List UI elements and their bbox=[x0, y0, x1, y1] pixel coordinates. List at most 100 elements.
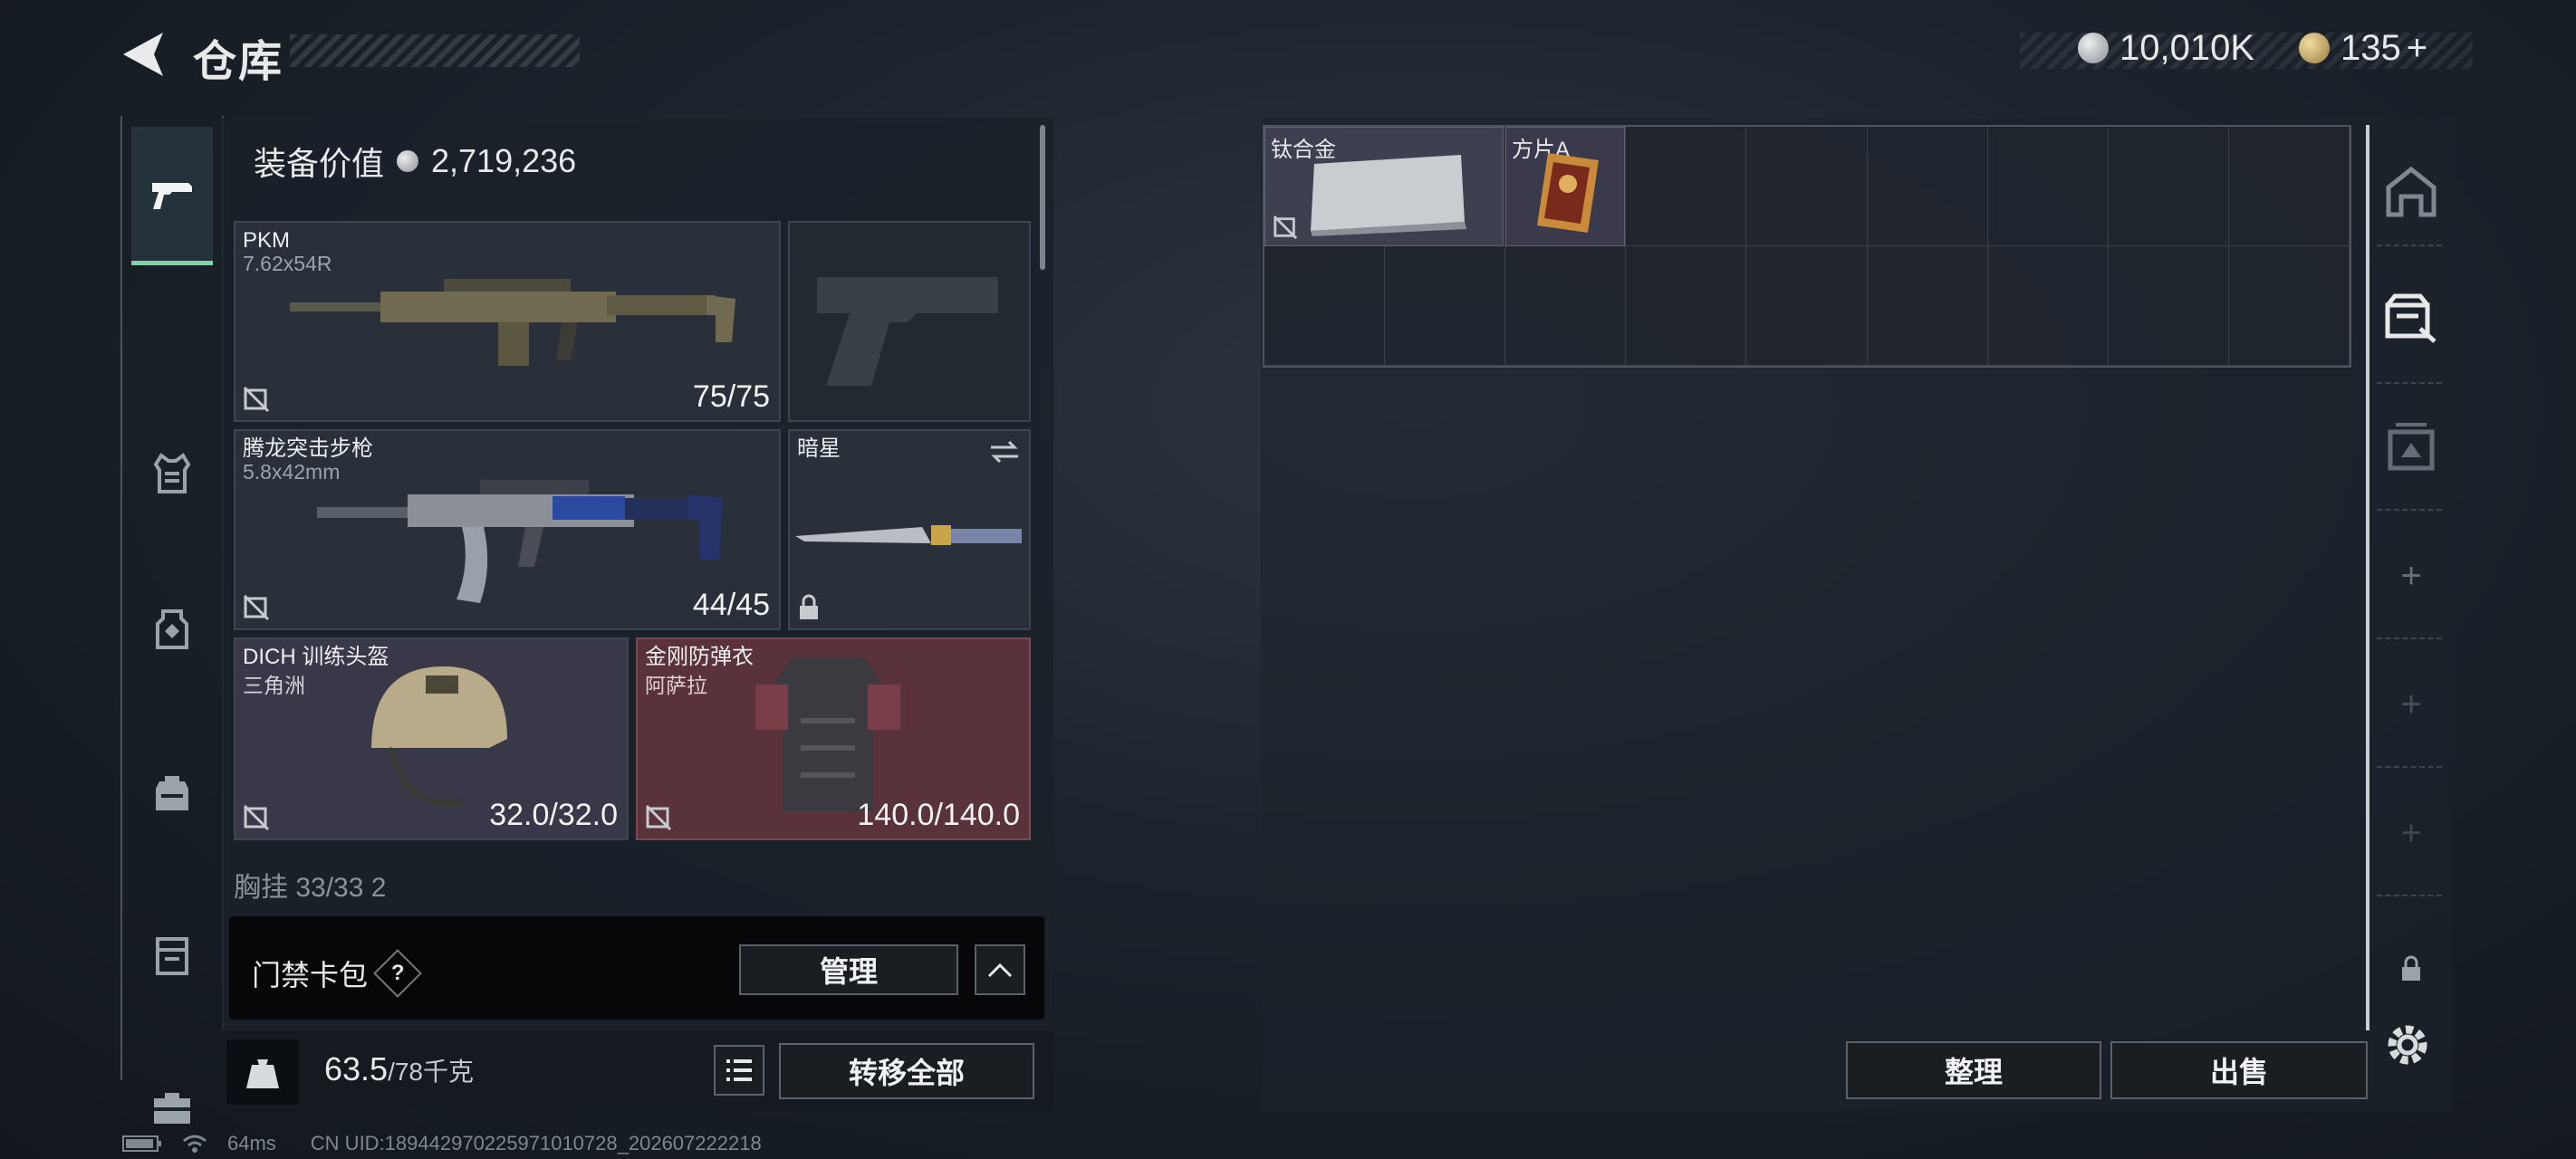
vest-icon bbox=[153, 453, 191, 493]
no-insurance-icon bbox=[243, 594, 270, 621]
primary-weapon-slot-1[interactable]: PKM 7.62x54R 75/75 bbox=[234, 221, 781, 422]
tab-weapons[interactable] bbox=[131, 127, 213, 265]
helmet-icon bbox=[371, 666, 507, 807]
equipment-value-label: 装备价值 bbox=[254, 145, 385, 182]
chest-rig-icon bbox=[156, 609, 188, 649]
status-bar: 64ms CN UID:18944297022597101072​8_20260… bbox=[122, 1132, 762, 1155]
toolbox-icon bbox=[154, 1093, 190, 1124]
back-arrow-icon[interactable] bbox=[118, 27, 172, 81]
battery-icon bbox=[122, 1135, 161, 1152]
storage-tab-column: + + + bbox=[2366, 125, 2449, 1030]
tab-extension[interactable] bbox=[2382, 418, 2440, 476]
storage-cell[interactable] bbox=[2108, 246, 2229, 366]
storage-cell[interactable] bbox=[2108, 127, 2229, 246]
storage-item-diamond-a[interactable]: 方片A bbox=[1505, 127, 1625, 246]
helmet-durability: 32.0/32.0 bbox=[489, 798, 618, 832]
storage-cell[interactable] bbox=[2228, 127, 2350, 246]
help-icon[interactable]: ? bbox=[373, 949, 422, 998]
equipment-value-amount: 2,719,236 bbox=[431, 142, 577, 179]
currency-coins: 10,010K bbox=[2078, 25, 2254, 71]
card-icon bbox=[1537, 153, 1599, 233]
storage-item-titanium[interactable]: 钛合金 bbox=[1264, 127, 1504, 246]
storage-cell[interactable] bbox=[1987, 246, 2109, 366]
armor-durability: 140.0/140.0 bbox=[857, 798, 1020, 832]
equipment-value: 装备价值 2,719,236 bbox=[254, 138, 576, 185]
melee-name: 暗星 bbox=[797, 436, 841, 461]
tab-case[interactable] bbox=[131, 905, 213, 1005]
storage-cell[interactable] bbox=[1746, 127, 1868, 246]
keycard-label-group: 门禁卡包 ? bbox=[252, 949, 422, 998]
silver-coin-icon bbox=[397, 150, 419, 172]
top-bar: 仓库 10,010K 135 + bbox=[0, 0, 2576, 104]
tab-armor[interactable] bbox=[131, 424, 213, 523]
pkm-machine-gun-icon bbox=[290, 279, 735, 366]
currency-premium-value: 135 bbox=[2341, 27, 2401, 68]
settings-gear-icon[interactable] bbox=[2382, 1020, 2437, 1074]
weapon-ammo: 44/45 bbox=[692, 588, 770, 622]
manage-button[interactable]: 管理 bbox=[739, 944, 958, 995]
page-title: 仓库 bbox=[193, 38, 284, 86]
currency-premium[interactable]: 135 + bbox=[2299, 25, 2427, 71]
case-icon bbox=[156, 937, 188, 975]
ping-value: 64ms bbox=[227, 1132, 276, 1154]
uid-text: CN UID:18944297022597101072​8_2026072222… bbox=[310, 1132, 762, 1154]
swap-icon[interactable] bbox=[989, 438, 1020, 465]
storage-cell[interactable] bbox=[1505, 246, 1627, 366]
sell-button[interactable]: 出售 bbox=[2110, 1041, 2368, 1099]
no-insurance-icon bbox=[243, 386, 270, 413]
kg-weight-icon bbox=[246, 1059, 279, 1088]
no-insurance-icon bbox=[1273, 215, 1298, 240]
primary-weapon-slot-2[interactable]: 腾龙突击步枪 5.8x42mm 44/45 bbox=[234, 429, 781, 630]
add-storage-icon[interactable]: + bbox=[2382, 675, 2440, 733]
storage-cell[interactable] bbox=[1987, 127, 2109, 246]
list-view-button[interactable] bbox=[714, 1045, 764, 1096]
storage-cell[interactable] bbox=[1626, 127, 1747, 246]
storage-cell[interactable] bbox=[1385, 246, 1506, 366]
tab-chest-rig[interactable] bbox=[131, 580, 213, 679]
helmet-origin: 三角洲 bbox=[243, 674, 305, 697]
weapon-name: PKM bbox=[243, 228, 291, 253]
expand-button[interactable] bbox=[975, 944, 1025, 995]
weight-current: 63.5 bbox=[324, 1050, 389, 1087]
tab-backpack[interactable] bbox=[131, 742, 213, 842]
weapon-ammo: 75/75 bbox=[692, 379, 770, 414]
knife-icon bbox=[795, 525, 1022, 545]
storage-cell[interactable] bbox=[1867, 127, 1988, 246]
add-storage-icon[interactable]: + bbox=[2382, 804, 2440, 862]
title-decoration bbox=[290, 34, 580, 67]
storage-cell[interactable] bbox=[2228, 246, 2350, 366]
storage-cell[interactable] bbox=[1867, 246, 1988, 366]
chest-rig-slot-partial[interactable]: 胸挂 33/33 2 bbox=[234, 865, 1031, 901]
weight-icon bbox=[226, 1039, 299, 1105]
transfer-all-button[interactable]: 转移全部 bbox=[779, 1043, 1034, 1099]
pistol-slot[interactable] bbox=[788, 221, 1031, 422]
lock-icon bbox=[800, 594, 818, 619]
storage-cell[interactable] bbox=[1626, 246, 1747, 366]
sort-button[interactable]: 整理 bbox=[1846, 1041, 2101, 1099]
add-currency-icon[interactable]: + bbox=[2407, 28, 2427, 69]
armor-slot[interactable]: 金刚防弹衣 阿萨拉 140.0/140.0 bbox=[636, 637, 1031, 840]
chevron-up-icon bbox=[987, 963, 1013, 978]
wifi-icon bbox=[183, 1135, 207, 1153]
storage-box-icon bbox=[2385, 293, 2437, 343]
assault-rifle-icon bbox=[317, 480, 723, 603]
backpack-icon bbox=[156, 776, 188, 810]
storage-cell[interactable] bbox=[1746, 246, 1868, 366]
warehouse-icon bbox=[2386, 166, 2437, 217]
helmet-slot[interactable]: DICH 训练头盔 三角洲 32.0/32.0 bbox=[234, 637, 629, 840]
gold-coin-icon bbox=[2299, 33, 2330, 63]
tab-storage-active[interactable] bbox=[2382, 290, 2440, 348]
weight-readout: 63.5/78千克 bbox=[324, 1050, 474, 1088]
no-insurance-icon bbox=[645, 804, 672, 831]
keycard-label: 门禁卡包 bbox=[252, 959, 369, 991]
titanium-ingot-icon bbox=[1311, 155, 1466, 236]
extension-box-icon bbox=[2388, 423, 2435, 471]
equipment-tab-column bbox=[120, 116, 224, 1124]
add-storage-icon[interactable]: + bbox=[2382, 547, 2440, 605]
equipment-scrollbar[interactable] bbox=[1040, 125, 1045, 270]
currency-coins-value: 10,010K bbox=[2119, 27, 2255, 68]
tab-warehouse[interactable] bbox=[2382, 163, 2440, 221]
melee-slot[interactable]: 暗星 bbox=[788, 429, 1031, 630]
pistol-silhouette-icon bbox=[817, 277, 998, 386]
storage-cell[interactable] bbox=[1264, 246, 1386, 366]
